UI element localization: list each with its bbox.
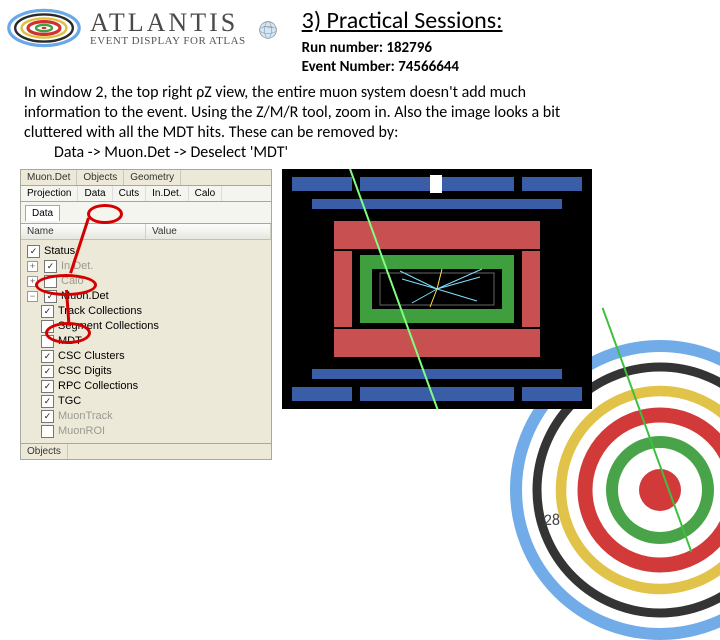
checkbox-cscclusters[interactable]: ✓ bbox=[41, 350, 54, 363]
checkbox-cscdigits[interactable]: ✓ bbox=[41, 365, 54, 378]
tab-cuts[interactable]: Cuts bbox=[113, 186, 147, 201]
tab-muondet[interactable]: Muon.Det bbox=[21, 170, 77, 185]
expander-indet[interactable]: + bbox=[27, 261, 38, 272]
checkbox-muonroi[interactable] bbox=[41, 425, 54, 438]
tab-row-top: Muon.Det Objects Geometry bbox=[21, 170, 271, 186]
column-headers: Name Value bbox=[21, 224, 271, 240]
options-panel: Muon.Det Objects Geometry Projection Dat… bbox=[20, 169, 272, 460]
run-number: Run number: 182796 bbox=[302, 39, 712, 58]
tab-row-mid: Projection Data Cuts In.Det. Calo bbox=[21, 186, 271, 202]
checkbox-rpc[interactable]: ✓ bbox=[41, 380, 54, 393]
tab-objects-bottom[interactable]: Objects bbox=[21, 444, 68, 459]
tab-data-inner[interactable]: Data bbox=[25, 205, 60, 221]
checkbox-status[interactable]: ✓ bbox=[27, 245, 40, 258]
tab-indet[interactable]: In.Det. bbox=[146, 186, 188, 201]
globe-icon bbox=[254, 16, 282, 44]
instruction-text: In window 2, the top right ρZ view, the … bbox=[0, 77, 720, 167]
tab-data[interactable]: Data bbox=[78, 186, 112, 201]
tab-geometry[interactable]: Geometry bbox=[124, 170, 181, 185]
page-title: 3) Practical Sessions: bbox=[302, 6, 712, 35]
detector-view-icon bbox=[282, 169, 592, 409]
logo-rings-icon bbox=[4, 4, 84, 52]
tab-projection[interactable]: Projection bbox=[21, 186, 78, 201]
checkbox-muontrack[interactable]: ✓ bbox=[41, 410, 54, 423]
expander-muon[interactable]: − bbox=[27, 291, 38, 302]
col-value: Value bbox=[146, 224, 271, 239]
logo-title: ATLANTIS bbox=[90, 10, 246, 36]
annotation-circle-mdt bbox=[45, 322, 91, 344]
checkbox-tgc[interactable]: ✓ bbox=[41, 395, 54, 408]
atlantis-logo: ATLANTIS EVENT DISPLAY FOR ATLAS bbox=[4, 4, 282, 52]
checkbox-indet[interactable]: ✓ bbox=[44, 260, 57, 273]
tab-objects[interactable]: Objects bbox=[77, 170, 124, 185]
checkbox-trackcol[interactable]: ✓ bbox=[41, 305, 54, 318]
event-number: Event Number: 74566644 bbox=[302, 58, 712, 77]
annotation-circle-data bbox=[87, 204, 123, 224]
logo-subtitle: EVENT DISPLAY FOR ATLAS bbox=[90, 36, 246, 47]
page-number: 28 bbox=[544, 511, 560, 530]
event-display bbox=[282, 169, 592, 409]
tab-calo[interactable]: Calo bbox=[189, 186, 223, 201]
